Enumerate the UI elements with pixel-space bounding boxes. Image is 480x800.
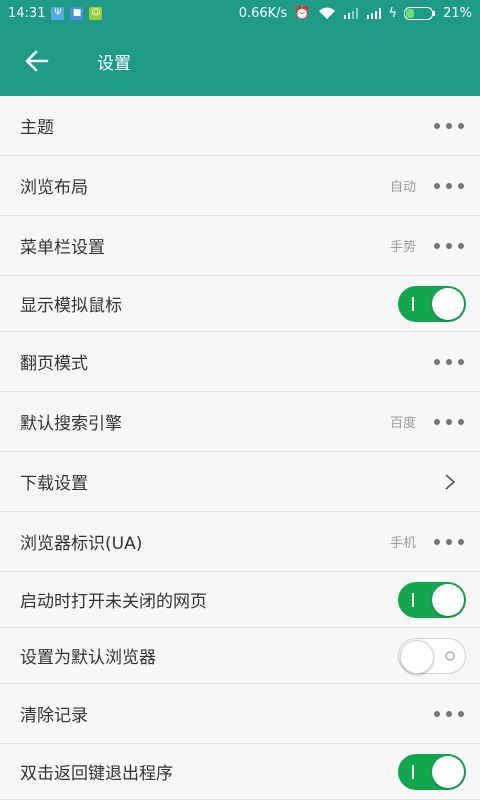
back-arrow-icon <box>25 50 49 72</box>
setting-label: 清除记录 <box>20 706 88 726</box>
more-icon[interactable] <box>434 538 464 545</box>
setting-value: 自动 <box>389 180 416 195</box>
signal-icon-1 <box>343 8 358 19</box>
setting-clear-history[interactable]: 清除记录 <box>0 684 480 744</box>
setting-default-browser[interactable]: 设置为默认浏览器 <box>0 628 480 684</box>
back-button[interactable] <box>0 26 74 96</box>
more-icon[interactable] <box>434 122 464 129</box>
setting-restore-pages[interactable]: 启动时打开未关闭的网页 <box>0 572 480 628</box>
signal-icon-2 <box>366 8 381 19</box>
setting-user-agent[interactable]: 浏览器标识(UA) 手机 <box>0 512 480 572</box>
app-bar: 设置 <box>0 26 480 96</box>
more-icon[interactable] <box>434 418 464 425</box>
more-icon[interactable] <box>434 358 464 365</box>
setting-value: 百度 <box>389 416 416 431</box>
setting-search-engine[interactable]: 默认搜索引擎 百度 <box>0 392 480 452</box>
battery-percent: 21% <box>443 5 472 21</box>
setting-browse-layout[interactable]: 浏览布局 自动 <box>0 156 480 216</box>
more-icon[interactable] <box>434 242 464 249</box>
settings-list: 主题 浏览布局 自动 菜单栏设置 手势 显示模拟鼠标 翻页模式 默认搜索引擎 百… <box>0 96 480 800</box>
setting-label: 翻页模式 <box>20 354 88 374</box>
page-title: 设置 <box>97 53 131 74</box>
app-notification-icon: ■ <box>70 6 84 20</box>
setting-theme[interactable]: 主题 <box>0 96 480 156</box>
setting-page-turn-mode[interactable]: 翻页模式 <box>0 332 480 392</box>
setting-label: 双击返回键退出程序 <box>20 764 173 784</box>
setting-label: 启动时打开未关闭的网页 <box>20 592 207 612</box>
double-back-exit-toggle[interactable] <box>398 753 466 790</box>
setting-label: 菜单栏设置 <box>20 238 105 258</box>
more-icon[interactable] <box>434 710 464 717</box>
setting-menu-bar[interactable]: 菜单栏设置 手势 <box>0 216 480 276</box>
setting-double-back-exit[interactable]: 双击返回键退出程序 <box>0 744 480 800</box>
more-icon[interactable] <box>434 182 464 189</box>
setting-download[interactable]: 下载设置 <box>0 452 480 512</box>
restore-pages-toggle[interactable] <box>398 581 466 618</box>
default-browser-toggle[interactable] <box>398 637 466 674</box>
setting-label: 默认搜索引擎 <box>20 414 122 434</box>
wifi-icon <box>318 7 335 19</box>
setting-label: 显示模拟鼠标 <box>20 296 122 316</box>
network-speed: 0.66K/s <box>238 5 288 21</box>
setting-label: 设置为默认浏览器 <box>20 648 156 668</box>
setting-label: 主题 <box>20 118 54 138</box>
setting-label: 浏览器标识(UA) <box>20 534 143 554</box>
android-icon: ☺ <box>89 6 103 20</box>
setting-value: 手机 <box>389 536 416 551</box>
status-bar: 14:31 Ψ ■ ☺ 0.66K/s ⏰ ϟ 21% <box>0 0 480 26</box>
setting-value: 手势 <box>389 240 416 255</box>
status-time: 14:31 <box>8 5 46 21</box>
show-mouse-toggle[interactable] <box>398 285 466 322</box>
battery-icon <box>404 6 436 20</box>
chevron-right-icon <box>445 473 456 490</box>
setting-label: 浏览布局 <box>20 178 88 198</box>
setting-show-mouse[interactable]: 显示模拟鼠标 <box>0 276 480 332</box>
usb-icon: Ψ <box>51 6 65 20</box>
setting-label: 下载设置 <box>20 474 88 494</box>
charging-icon: ϟ <box>388 5 398 21</box>
alarm-icon: ⏰ <box>294 5 311 21</box>
